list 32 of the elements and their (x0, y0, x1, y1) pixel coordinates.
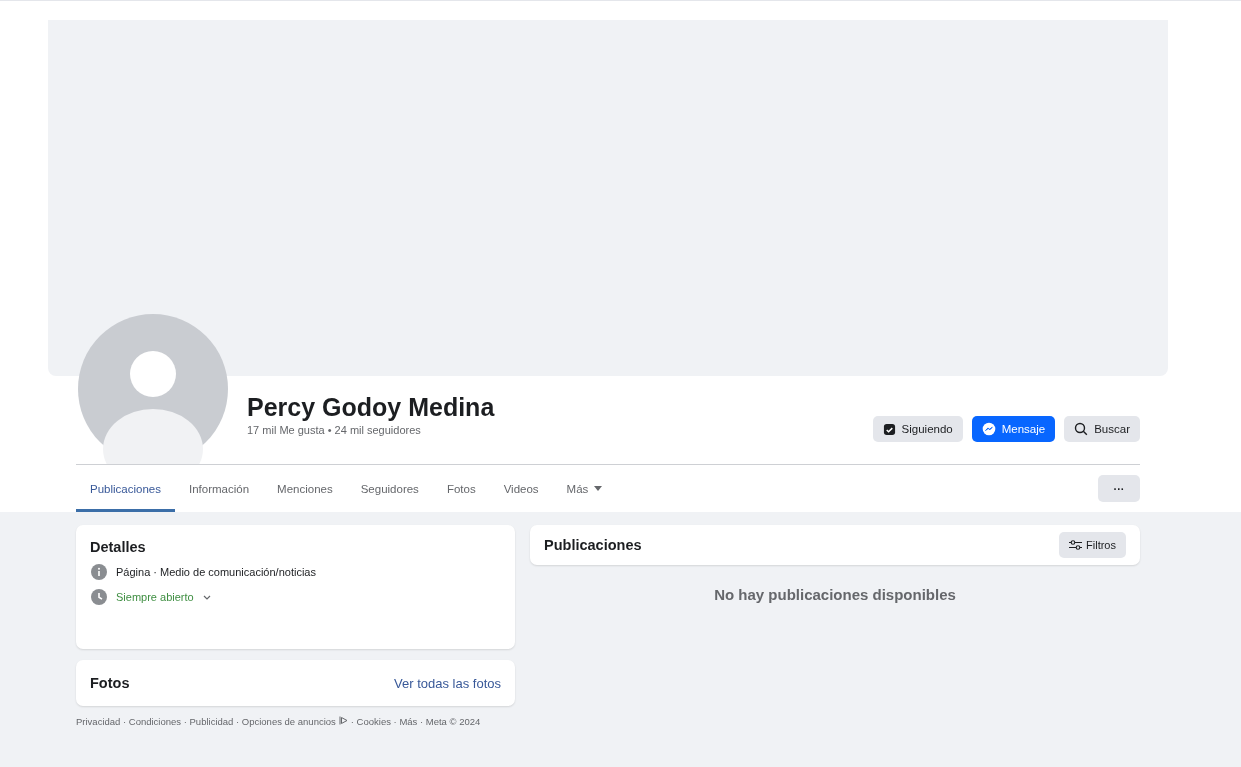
profile-tab[interactable]: Fotos (432, 465, 490, 512)
profile-tab[interactable]: Videos (489, 465, 553, 512)
footer-links[interactable]: · Cookies · Más · Meta © 2024 (350, 716, 481, 727)
profile-tab[interactable]: Seguidores (346, 465, 433, 512)
ad-choices-icon[interactable] (338, 716, 348, 725)
category-text: Página · Medio de comunicación/noticias (116, 566, 316, 578)
message-button[interactable]: Mensaje (971, 416, 1056, 442)
card-title: Detalles (90, 539, 147, 555)
clock-icon (91, 589, 107, 605)
sliders-icon (1069, 540, 1083, 550)
card-title: Publicaciones (544, 537, 642, 553)
page-stats: 17 mil Me gusta • 24 mil seguidores (247, 424, 422, 436)
profile-tab[interactable]: Más (552, 465, 617, 512)
info-icon (91, 564, 107, 580)
card-title: Fotos (90, 675, 130, 691)
profile-tab[interactable]: Información (174, 465, 264, 512)
search-icon (1074, 422, 1089, 436)
caret-icon (594, 485, 603, 492)
page-name: Percy Godoy Medina (247, 392, 495, 422)
filters-button[interactable]: Filtros (1059, 532, 1126, 558)
empty-message: No hay publicaciones disponibles (713, 586, 957, 603)
profile-tab[interactable]: Publicaciones (76, 465, 175, 512)
chat-bubble-icon (981, 422, 996, 436)
chevron-down-icon[interactable] (202, 594, 211, 600)
hours-text[interactable]: Siempre abierto (116, 591, 194, 603)
search-button[interactable]: Buscar (1064, 416, 1140, 442)
more-options-button[interactable]: ··· (1098, 475, 1140, 502)
footer-links[interactable]: Privacidad · Condiciones · Publicidad · Opciones de anuncios (76, 716, 336, 727)
following-button[interactable]: Siguiendo (872, 416, 963, 442)
see-all-photos-link[interactable]: Ver todas las fotos (394, 675, 501, 691)
inbox-check-icon (882, 422, 896, 436)
profile-tab[interactable]: Menciones (263, 465, 347, 512)
